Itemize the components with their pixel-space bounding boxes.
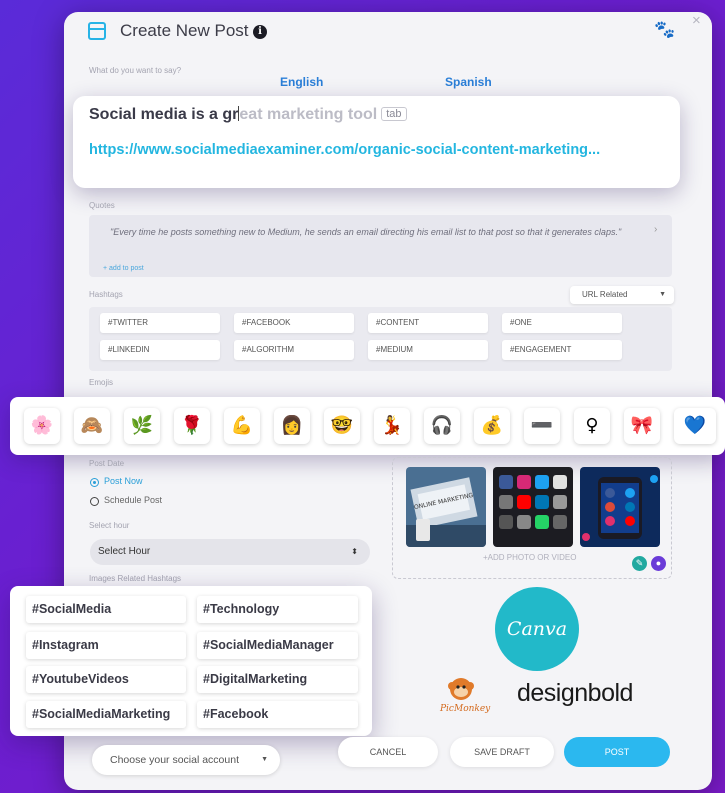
- emoji-button[interactable]: ♀: [574, 408, 610, 444]
- images-hashtags-label: Images Related Hashtags: [89, 574, 182, 583]
- radio-post-now[interactable]: [90, 478, 99, 487]
- add-to-post-link[interactable]: + add to post: [103, 265, 144, 272]
- post-text-field[interactable]: Social media is a great marketing tool ta…: [89, 106, 407, 124]
- hashtag-chip[interactable]: #CONTENT: [368, 313, 488, 333]
- post-date-label: Post Date: [89, 459, 125, 468]
- hashtag-chip[interactable]: #ENGAGEMENT: [502, 340, 622, 360]
- autocomplete-suggestion: eat marketing tool: [239, 106, 378, 123]
- quotes-label: Quotes: [89, 201, 115, 210]
- emoji-button[interactable]: 👩: [274, 408, 310, 444]
- hashtags-label: Hashtags: [89, 290, 123, 299]
- cancel-button[interactable]: CANCEL: [338, 737, 438, 767]
- picmonkey-label: PicMonkey: [440, 704, 491, 714]
- hashtag-chip[interactable]: #ONE: [502, 313, 622, 333]
- quote-text[interactable]: "Every time he posts something new to Me…: [110, 227, 645, 238]
- media-thumbnail[interactable]: [580, 467, 660, 547]
- emoji-button[interactable]: 🎀: [624, 408, 660, 444]
- emoji-button[interactable]: ➖: [524, 408, 560, 444]
- calendar-icon: [88, 22, 106, 40]
- paw-icon[interactable]: 🐾: [654, 20, 675, 40]
- emoji-button[interactable]: 🤓: [324, 408, 360, 444]
- emoji-button[interactable]: 🌹: [174, 408, 210, 444]
- tab-english[interactable]: English: [280, 75, 323, 89]
- hashtag-chip[interactable]: #LINKEDIN: [100, 340, 220, 360]
- add-photo-video-link[interactable]: +ADD PHOTO OR VIDEO: [483, 553, 576, 562]
- tab-spanish[interactable]: Spanish: [445, 75, 492, 89]
- post-now-label[interactable]: Post Now: [104, 476, 143, 486]
- emoji-button[interactable]: 🎧: [424, 408, 460, 444]
- edit-icon[interactable]: ✎: [632, 556, 647, 571]
- post-button[interactable]: POST: [564, 737, 670, 767]
- image-hashtag-chip[interactable]: #SocialMediaMarketing: [26, 701, 186, 728]
- canva-logo[interactable]: Canva: [495, 587, 579, 671]
- image-hashtag-chip[interactable]: #DigitalMarketing: [197, 666, 358, 693]
- hashtag-chip[interactable]: #FACEBOOK: [234, 313, 354, 333]
- hashtag-chip[interactable]: #TWITTER: [100, 313, 220, 333]
- social-account-select[interactable]: Choose your social account ▼: [92, 745, 280, 775]
- caret-down-icon: ▼: [261, 756, 268, 763]
- emoji-picker-strip: [10, 397, 725, 455]
- prompt-label: What do you want to say?: [89, 66, 182, 75]
- hashtag-chip[interactable]: #MEDIUM: [368, 340, 488, 360]
- caret-down-icon: ▼: [659, 291, 666, 298]
- image-hashtag-chip[interactable]: #Technology: [197, 596, 358, 623]
- updown-icon: ⬍: [351, 547, 358, 556]
- location-pin-icon[interactable]: ●: [651, 556, 666, 571]
- schedule-post-label[interactable]: Schedule Post: [104, 495, 162, 503]
- image-hashtag-chip[interactable]: #YoutubeVideos: [26, 666, 186, 693]
- tab-hint-badge: tab: [381, 107, 407, 121]
- emoji-button[interactable]: 🌸: [24, 408, 60, 444]
- chevron-right-icon[interactable]: ›: [654, 224, 657, 235]
- emoji-button[interactable]: 🌿: [124, 408, 160, 444]
- emoji-button[interactable]: 💰: [474, 408, 510, 444]
- hashtag-filter-select[interactable]: URL Related ▼: [570, 286, 674, 304]
- dialog-title: Create New Post: [120, 21, 249, 40]
- close-icon[interactable]: ×: [692, 12, 701, 29]
- typed-text: Social media is a gr: [89, 106, 239, 123]
- radio-schedule-post[interactable]: [90, 497, 99, 506]
- media-thumbnail[interactable]: ONLINE MARKETING: [406, 467, 486, 547]
- image-hashtag-chip[interactable]: #Instagram: [26, 632, 186, 659]
- media-thumbnail[interactable]: [493, 467, 573, 547]
- quotes-panel: [89, 215, 672, 277]
- hour-select[interactable]: Select Hour ⬍: [90, 539, 370, 565]
- image-hashtag-chip[interactable]: #SocialMedia: [26, 596, 186, 623]
- image-hashtag-chip[interactable]: #SocialMediaManager: [197, 632, 358, 659]
- hashtag-chip[interactable]: #ALGORITHM: [234, 340, 354, 360]
- info-icon[interactable]: i: [253, 25, 267, 39]
- hour-select-value: Select Hour: [98, 546, 151, 557]
- social-account-value: Choose your social account: [110, 754, 239, 766]
- emoji-button[interactable]: 💃: [374, 408, 410, 444]
- hashtag-filter-value: URL Related: [582, 290, 628, 299]
- save-draft-button[interactable]: SAVE DRAFT: [450, 737, 554, 767]
- emoji-button[interactable]: 💙: [674, 408, 716, 444]
- image-hashtag-chip[interactable]: #Facebook: [197, 701, 358, 728]
- select-hour-label: Select hour: [89, 521, 130, 530]
- post-link[interactable]: https://www.socialmediaexaminer.com/orga…: [89, 142, 600, 158]
- emoji-button[interactable]: 💪: [224, 408, 260, 444]
- emojis-label: Emojis: [89, 378, 114, 387]
- picmonkey-logo[interactable]: [448, 676, 474, 702]
- emoji-button[interactable]: 🙈: [74, 408, 110, 444]
- designbold-logo[interactable]: designbold: [517, 679, 633, 708]
